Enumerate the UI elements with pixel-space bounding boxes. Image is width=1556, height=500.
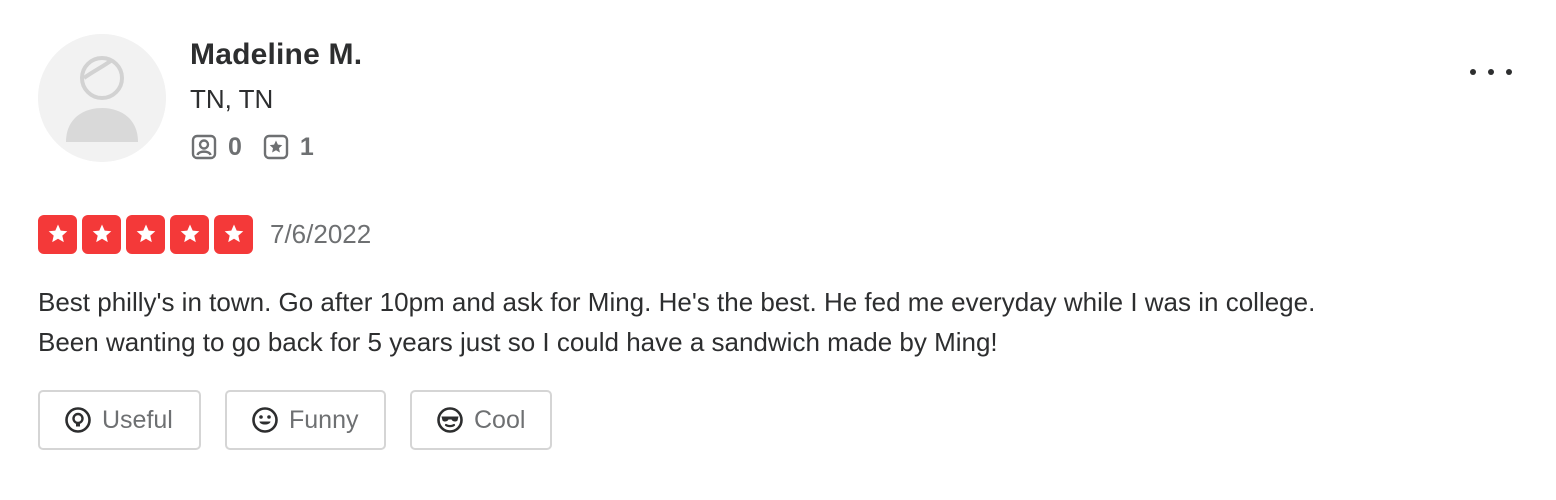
review-card: Madeline M. TN, TN 0 1 7/6/2022 Best phi… <box>0 0 1556 500</box>
cool-button[interactable]: Cool <box>410 390 552 450</box>
friends-count-value: 0 <box>228 133 242 161</box>
star-icon <box>136 224 155 243</box>
friends-icon <box>190 133 218 161</box>
star-icon <box>180 224 199 243</box>
user-stats: 0 1 <box>190 130 314 164</box>
reviews-count-value: 1 <box>299 133 314 161</box>
review-date: 7/6/2022 <box>270 219 372 249</box>
rating-star <box>126 214 165 254</box>
reviews-star-icon <box>262 133 290 161</box>
user-name[interactable]: Madeline M. <box>190 36 362 74</box>
reviews-count: 1 <box>262 130 314 164</box>
funny-button[interactable]: Funny <box>225 390 386 450</box>
funny-label: Funny <box>289 406 359 434</box>
reaction-buttons: Useful Funny Cool <box>38 390 576 450</box>
user-location: TN, TN <box>190 84 274 114</box>
star-rating <box>38 214 253 254</box>
rating-star <box>82 214 121 254</box>
star-icon <box>48 224 67 243</box>
friends-count: 0 <box>190 130 242 164</box>
default-avatar-icon <box>38 34 166 162</box>
review-text: Best philly's in town. Go after 10pm and… <box>38 287 1316 357</box>
more-options-button[interactable] <box>1466 52 1516 92</box>
star-icon <box>92 224 111 243</box>
useful-label: Useful <box>102 406 173 434</box>
smile-icon <box>251 406 279 434</box>
rating-star <box>170 214 209 254</box>
rating-star <box>214 214 253 254</box>
useful-button[interactable]: Useful <box>38 390 201 450</box>
cool-label: Cool <box>474 406 526 434</box>
more-options-icon <box>1470 69 1512 75</box>
avatar[interactable] <box>38 34 166 162</box>
lightbulb-icon <box>64 406 92 434</box>
sunglasses-icon <box>436 406 464 434</box>
star-icon <box>224 224 243 243</box>
rating-row: 7/6/2022 <box>38 214 371 254</box>
rating-star <box>38 214 77 254</box>
